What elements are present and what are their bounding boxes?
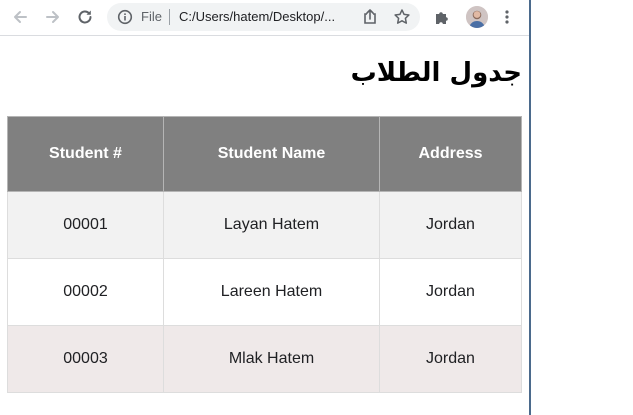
table-header-row: Student # Student Name Address xyxy=(7,116,522,192)
star-icon[interactable] xyxy=(393,8,411,26)
cell-student-name: Lareen Hatem xyxy=(163,258,380,326)
share-icon[interactable] xyxy=(361,8,379,26)
page-title: جدول الطلاب xyxy=(350,58,522,88)
cell-address: Jordan xyxy=(379,325,522,393)
avatar[interactable] xyxy=(466,6,488,28)
address-bar[interactable]: File C:/Users/hatem/Desktop/... xyxy=(107,3,420,31)
cell-student-number: 00001 xyxy=(7,191,164,259)
cell-student-number: 00003 xyxy=(7,325,164,393)
browser-window: File C:/Users/hatem/Desktop/... جدول الط… xyxy=(0,0,531,415)
info-icon[interactable] xyxy=(117,9,133,25)
kebab-menu-icon xyxy=(505,10,509,24)
forward-button[interactable] xyxy=(41,5,65,29)
file-scheme-label: File xyxy=(141,9,162,24)
table-row: 00002 Lareen Hatem Jordan xyxy=(7,258,522,326)
browser-toolbar: File C:/Users/hatem/Desktop/... xyxy=(0,0,529,36)
cell-student-name: Mlak Hatem xyxy=(163,325,380,393)
desktop-background xyxy=(531,0,633,415)
header-address: Address xyxy=(379,116,522,192)
puzzle-icon xyxy=(436,12,448,24)
back-button[interactable] xyxy=(8,5,32,29)
cell-student-name: Layan Hatem xyxy=(163,191,380,259)
table-row: 00003 Mlak Hatem Jordan xyxy=(7,325,522,393)
reload-button[interactable] xyxy=(73,5,97,29)
forward-arrow-icon xyxy=(46,11,59,23)
table-row: 00001 Layan Hatem Jordan xyxy=(7,191,522,259)
address-separator xyxy=(169,9,170,25)
students-table: Student # Student Name Address 00001 Lay… xyxy=(7,116,522,393)
profile-avatar-icon xyxy=(466,6,488,28)
cell-student-number: 00002 xyxy=(7,258,164,326)
header-student-name: Student Name xyxy=(163,116,380,192)
menu-button[interactable] xyxy=(495,5,519,29)
extensions-button[interactable] xyxy=(430,5,454,29)
cell-address: Jordan xyxy=(379,258,522,326)
back-arrow-icon xyxy=(14,11,27,23)
url-text[interactable]: C:/Users/hatem/Desktop/... xyxy=(179,10,335,24)
page-content: جدول الطلاب Student # Student Name Addre… xyxy=(0,36,529,415)
cell-address: Jordan xyxy=(379,191,522,259)
reload-icon xyxy=(78,10,92,24)
header-student-number: Student # xyxy=(7,116,164,192)
